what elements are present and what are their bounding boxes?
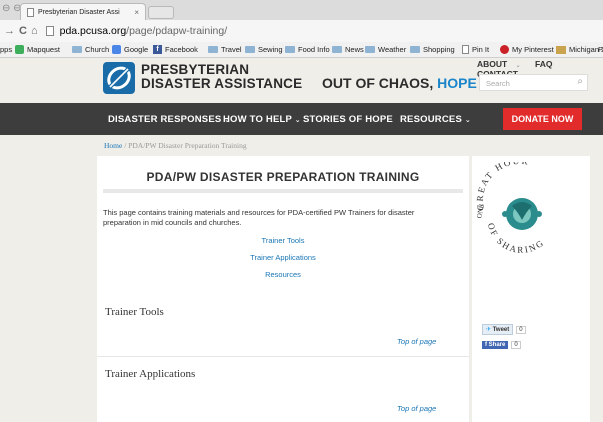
- bookmark-weather[interactable]: Weather: [365, 45, 406, 54]
- bookmarks-bar: pps Mapquest Church Google f Facebook Tra…: [0, 42, 603, 58]
- folder-icon: [410, 46, 420, 53]
- browser-tab[interactable]: Presbyterian Disaster Assi ×: [20, 3, 146, 20]
- bookmark-pin-it[interactable]: Pin It: [462, 45, 489, 54]
- about-link[interactable]: ABOUT ⌄: [477, 59, 527, 69]
- breadcrumb-separator: /: [124, 141, 127, 150]
- folder-icon: [332, 46, 342, 53]
- page-icon: [45, 26, 54, 36]
- top-of-page-link[interactable]: Top of page: [397, 337, 436, 346]
- facebook-share-button[interactable]: f Share: [482, 341, 509, 349]
- faq-link[interactable]: FAQ: [535, 59, 552, 69]
- page-icon: [462, 45, 469, 54]
- title-divider: [103, 189, 463, 193]
- sidebar: GREAT HOUR OF SHARING ONE ✈ Tweet 0 f Sh…: [472, 156, 590, 422]
- breadcrumb-home[interactable]: Home: [104, 141, 122, 150]
- facebook-icon: f: [485, 342, 487, 348]
- folder-icon: [208, 46, 218, 53]
- folder-icon: [245, 46, 255, 53]
- twitter-icon: ✈: [486, 327, 492, 333]
- forward-icon[interactable]: →: [4, 25, 15, 37]
- one-great-hour-of-sharing-seal-icon[interactable]: GREAT HOUR OF SHARING ONE: [472, 162, 590, 262]
- home-icon[interactable]: ⌂: [31, 25, 38, 37]
- bookmark-more[interactable]: P: [598, 45, 603, 54]
- browser-toolbar: → C ⌂ pda.pcusa.org/page/pdapw-training/: [0, 20, 603, 42]
- breadcrumb-current: PDA/PW Disaster Preparation Training: [128, 141, 247, 150]
- bookmark-apps[interactable]: pps: [0, 45, 12, 54]
- top-of-page-link[interactable]: Top of page: [397, 404, 436, 413]
- tab-title: Presbyterian Disaster Assi: [38, 8, 120, 16]
- bookmark-michigan-2014[interactable]: Michigan 2014: [556, 45, 603, 54]
- bookmark-my-pinterest[interactable]: My Pinterest: [500, 45, 554, 54]
- page-icon: [27, 7, 34, 17]
- intro-text: This page contains training materials an…: [103, 208, 415, 227]
- bookmark-travel[interactable]: Travel: [208, 45, 242, 54]
- link-trainer-tools[interactable]: Trainer Tools: [97, 236, 469, 245]
- breadcrumb: Home / PDA/PW Disaster Preparation Train…: [104, 141, 247, 150]
- nav-how-to-help[interactable]: HOW TO HELP ⌄: [223, 114, 301, 125]
- bookmark-shopping[interactable]: Shopping: [410, 45, 455, 54]
- search-icon[interactable]: ⌕: [577, 76, 583, 87]
- section-divider: [97, 356, 469, 357]
- bookmark-news[interactable]: News: [332, 45, 364, 54]
- tweet-button[interactable]: ✈ Tweet: [482, 324, 514, 335]
- reload-icon[interactable]: C: [19, 25, 27, 37]
- bookmark-facebook[interactable]: f Facebook: [153, 45, 198, 54]
- pinterest-icon: [500, 45, 509, 54]
- url-path: /page/pdapw-training/: [126, 25, 228, 37]
- main-navigation: DISASTER RESPONSES ⌄ HOW TO HELP ⌄ STORI…: [0, 103, 603, 135]
- folder-icon: [285, 46, 295, 53]
- michigan-icon: [556, 45, 566, 54]
- chevron-down-icon: ⌄: [294, 117, 301, 124]
- link-resources[interactable]: Resources: [97, 270, 469, 279]
- tagline-main: OUT OF CHAOS,: [322, 75, 434, 91]
- facebook-share-widget: f Share 0: [482, 341, 521, 349]
- bookmark-mapquest[interactable]: Mapquest: [15, 45, 60, 54]
- search-input[interactable]: Search ⌕: [479, 74, 588, 91]
- facebook-icon: f: [153, 45, 162, 54]
- link-trainer-applications[interactable]: Trainer Applications: [97, 253, 469, 262]
- seal-text-left: ONE: [475, 203, 485, 219]
- window-controls[interactable]: ⊖ ⊖: [2, 3, 22, 14]
- pda-logo-icon[interactable]: [103, 62, 135, 94]
- url-host: pda.pcusa.org: [59, 25, 127, 37]
- site-logo-text[interactable]: PRESBYTERIAN DISASTER ASSISTANCE: [141, 63, 302, 91]
- tweet-widget: ✈ Tweet 0: [482, 324, 526, 335]
- address-bar[interactable]: pda.pcusa.org/page/pdapw-training/: [60, 25, 228, 37]
- bookmark-church[interactable]: Church: [72, 45, 109, 54]
- mapquest-icon: [15, 45, 24, 54]
- browser-tabstrip: ⊖ ⊖ Presbyterian Disaster Assi ×: [0, 0, 603, 20]
- logo-line-2: DISASTER ASSISTANCE: [141, 76, 303, 91]
- close-tab-icon[interactable]: ×: [134, 8, 139, 17]
- donate-button[interactable]: DONATE NOW: [503, 108, 582, 130]
- page-title: PDA/PW DISASTER PREPARATION TRAINING: [146, 170, 420, 184]
- folder-icon: [72, 46, 82, 53]
- main-content: PDA/PW DISASTER PREPARATION TRAINING Thi…: [97, 156, 469, 422]
- search-placeholder: Search: [486, 79, 510, 88]
- section-heading-trainer-applications: Trainer Applications: [105, 368, 196, 380]
- nav-disaster-responses[interactable]: DISASTER RESPONSES ⌄: [108, 114, 230, 125]
- site-tagline: OUT OF CHAOS, HOPE: [322, 75, 477, 91]
- section-heading-trainer-tools: Trainer Tools: [105, 306, 164, 318]
- tagline-accent: HOPE: [437, 75, 477, 91]
- logo-line-1: PRESBYTERIAN: [141, 62, 250, 77]
- folder-icon: [365, 46, 375, 53]
- tweet-count: 0: [516, 325, 526, 334]
- google-icon: [112, 45, 121, 54]
- nav-resources[interactable]: RESOURCES ⌄: [400, 114, 471, 125]
- bookmark-sewing[interactable]: Sewing: [245, 45, 283, 54]
- web-page: PRESBYTERIAN DISASTER ASSISTANCE OUT OF …: [0, 58, 603, 422]
- share-count: 0: [511, 341, 521, 349]
- new-tab-button[interactable]: [148, 6, 174, 19]
- bookmark-food-info[interactable]: Food Info: [285, 45, 330, 54]
- bookmark-google[interactable]: Google: [112, 45, 148, 54]
- chevron-down-icon: ⌄: [464, 117, 471, 124]
- nav-stories-of-hope[interactable]: STORIES OF HOPE: [303, 114, 393, 125]
